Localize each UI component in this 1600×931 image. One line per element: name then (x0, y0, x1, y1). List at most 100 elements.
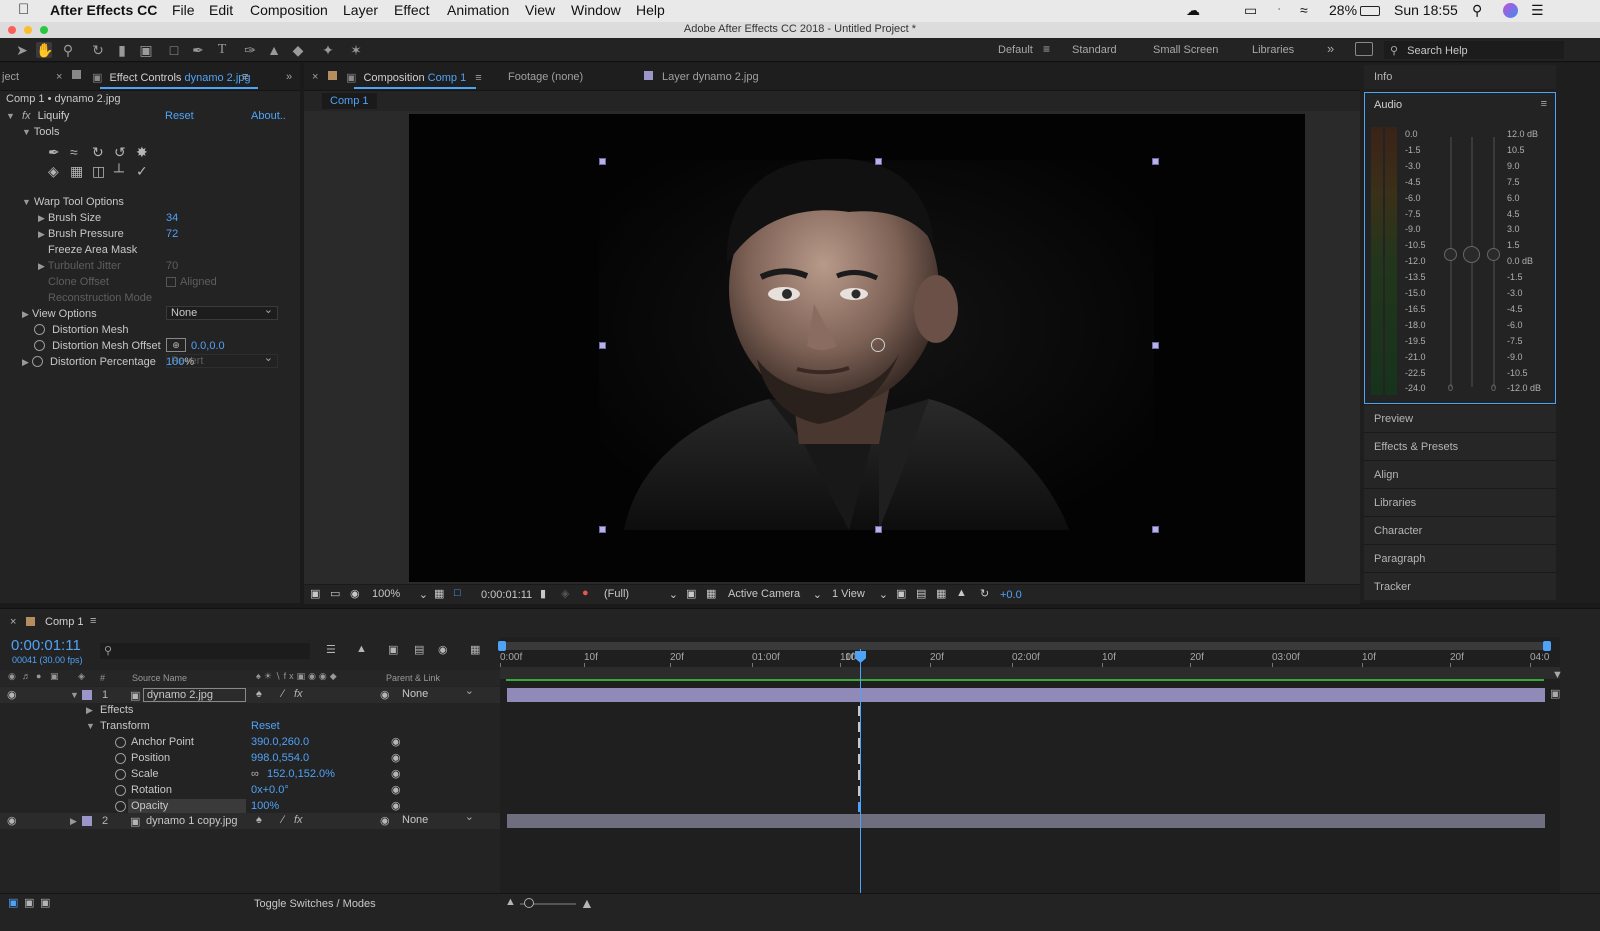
effect-reset-link[interactable]: Reset (165, 110, 194, 122)
anchor-point-value[interactable]: 390.0,260.0 (251, 736, 309, 748)
brush-pressure-value[interactable]: 72 (166, 228, 178, 240)
distortion-mesh-offset-value[interactable]: 0.0,0.0 (191, 340, 225, 352)
roto-brush-tool-icon[interactable]: ✦ (320, 42, 336, 58)
monitor-icon[interactable]: ▭ (330, 587, 340, 600)
camera-tool-icon[interactable]: ▮ (114, 42, 130, 58)
comp-button-icon[interactable]: ▣ (1550, 687, 1560, 700)
menu-animation[interactable]: Animation (447, 2, 509, 18)
stretch-pane-icon[interactable]: ▣ (40, 896, 50, 909)
tab-close-icon[interactable]: × (10, 616, 16, 628)
quality-switch-icon[interactable]: ∕ (282, 688, 284, 700)
expand-icon[interactable]: ▶ (38, 261, 45, 271)
zoom-in-icon[interactable]: ▲ (580, 895, 594, 911)
menu-edit[interactable]: Edit (209, 2, 233, 18)
toggle-switches-modes[interactable]: Toggle Switches / Modes (254, 898, 376, 910)
layer-switches-pane-icon[interactable]: ▣ (8, 896, 18, 909)
info-panel-header[interactable]: Info (1364, 65, 1556, 89)
paragraph-panel-header[interactable]: Paragraph (1364, 544, 1556, 572)
snapshot-camera-icon[interactable]: ▮ (540, 587, 546, 600)
transform-reset-link[interactable]: Reset (251, 720, 280, 732)
shy-switch-icon[interactable]: ♠ (256, 814, 262, 826)
menu-help[interactable]: Help (636, 2, 665, 18)
tracker-panel-header[interactable]: Tracker (1364, 572, 1556, 600)
transform-handle[interactable] (875, 526, 882, 533)
expand-icon[interactable]: ▼ (22, 127, 31, 137)
transform-group-row[interactable]: ▼ Transform Reset (0, 719, 500, 735)
type-tool-icon[interactable]: T (214, 42, 230, 58)
expression-pickwhip-icon[interactable]: ◉ (391, 767, 401, 780)
camera-dropdown[interactable]: Active Camera ⌄ (728, 588, 822, 601)
workspace-small-screen[interactable]: Small Screen (1153, 44, 1218, 56)
effects-group-row[interactable]: ▶ Effects (0, 703, 500, 719)
tab-close-icon[interactable]: × (312, 71, 318, 83)
apple-icon[interactable]:  (18, 1, 29, 18)
position-value[interactable]: 998.0,554.0 (251, 752, 309, 764)
app-name[interactable]: After Effects CC (50, 2, 157, 18)
layer-row-1[interactable]: ◉ ▼ 1 ▣ dynamo 2.jpg ♠ ∕ fx ◉ None (0, 685, 500, 703)
audio-slider-knob-middle[interactable] (1463, 246, 1480, 263)
layer-bar-2[interactable] (507, 814, 1545, 828)
exposure-value[interactable]: +0.0 (1000, 589, 1022, 601)
layer-label-color[interactable] (82, 690, 92, 700)
anchor-point-icon[interactable] (871, 338, 885, 352)
audio-panel-menu-icon[interactable]: ≡ (1541, 98, 1547, 110)
constrain-proportions-icon[interactable]: ∞ (251, 768, 259, 780)
stopwatch-icon[interactable] (115, 785, 126, 796)
hide-shy-layers-icon[interactable]: ▣ (388, 643, 398, 656)
layer-label-color[interactable] (82, 816, 92, 826)
search-help-field[interactable]: ⚲ Search Help (1384, 41, 1564, 59)
eraser-tool-icon[interactable]: ◆ (290, 42, 306, 58)
menu-composition[interactable]: Composition (250, 2, 328, 18)
tab-close-icon[interactable]: × (56, 71, 62, 83)
mask-path-icon[interactable]: □ (454, 587, 461, 599)
align-panel-header[interactable]: Align (1364, 460, 1556, 488)
expand-icon[interactable]: ▶ (86, 705, 93, 716)
layer-bar-1[interactable] (507, 688, 1545, 702)
resolution-dropdown[interactable]: (Full) ⌄ (604, 588, 678, 601)
clone-stamp-tool-icon[interactable]: ▲ (266, 42, 282, 58)
layer-name-field[interactable]: dynamo 2.jpg (143, 688, 246, 702)
notification-center-icon[interactable]: ☰ (1531, 2, 1544, 19)
stopwatch-icon[interactable] (115, 753, 126, 764)
layer-expand-icon[interactable]: ▶ (70, 816, 77, 827)
portrait-image[interactable] (409, 114, 1305, 582)
draft-3d-icon[interactable]: ▲ (356, 643, 367, 655)
expand-icon[interactable]: ▶ (22, 357, 29, 367)
clone-tool-icon[interactable]: ┴ (114, 163, 124, 179)
grid-icon[interactable]: ▦ (434, 587, 444, 600)
rectangle-tool-icon[interactable]: □ (166, 42, 182, 58)
rotate-tool-icon[interactable]: ↻ (90, 42, 106, 58)
stopwatch-icon[interactable] (34, 324, 45, 335)
expand-icon[interactable]: ▶ (38, 229, 45, 239)
mask-visibility-icon[interactable]: ◉ (350, 587, 360, 600)
stopwatch-icon[interactable] (34, 340, 45, 351)
bluetooth-icon[interactable]: ᛫ (1275, 2, 1283, 18)
tab-composition[interactable]: ▣ Composition Comp 1 ≡ (346, 71, 482, 84)
warp-tool-icon[interactable]: ✒ (48, 144, 60, 161)
scale-value[interactable]: 152.0,152.0% (267, 768, 335, 780)
zoom-out-icon[interactable]: ▲ (505, 896, 516, 908)
toggle-pixel-aspect-icon[interactable]: ▣ (896, 587, 906, 600)
pen-tool-icon[interactable]: ✒ (190, 42, 206, 58)
shy-switch-icon[interactable]: ♠ (256, 688, 262, 700)
clock[interactable]: Sun 18:55 (1394, 2, 1458, 18)
effect-switch-icon[interactable]: fx (294, 688, 303, 700)
col-source-name[interactable]: Source Name (132, 673, 187, 683)
stopwatch-icon[interactable] (31, 356, 43, 367)
audio-slider-knob-right[interactable] (1487, 248, 1500, 261)
region-of-interest-icon[interactable]: ▣ (686, 587, 696, 600)
expand-icon[interactable]: ▼ (6, 111, 15, 121)
menu-effect[interactable]: Effect (394, 2, 430, 18)
shift-pixels-tool-icon[interactable]: ▦ (70, 163, 83, 180)
menu-layer[interactable]: Layer (343, 2, 378, 18)
show-snapshot-icon[interactable]: ◈ (561, 587, 569, 600)
expression-pickwhip-icon[interactable]: ◉ (391, 735, 401, 748)
expression-pickwhip-icon[interactable]: ◉ (391, 783, 401, 796)
layer-search-input[interactable]: ⚲ (100, 643, 310, 659)
character-panel-header[interactable]: Character (1364, 516, 1556, 544)
view-options-group[interactable]: ▶ View Options (22, 308, 97, 320)
libraries-panel-header[interactable]: Libraries (1364, 488, 1556, 516)
quality-switch-icon[interactable]: ∕ (282, 814, 284, 826)
tab-lock-icon[interactable] (72, 70, 81, 79)
preview-panel-header[interactable]: Preview (1364, 404, 1556, 432)
